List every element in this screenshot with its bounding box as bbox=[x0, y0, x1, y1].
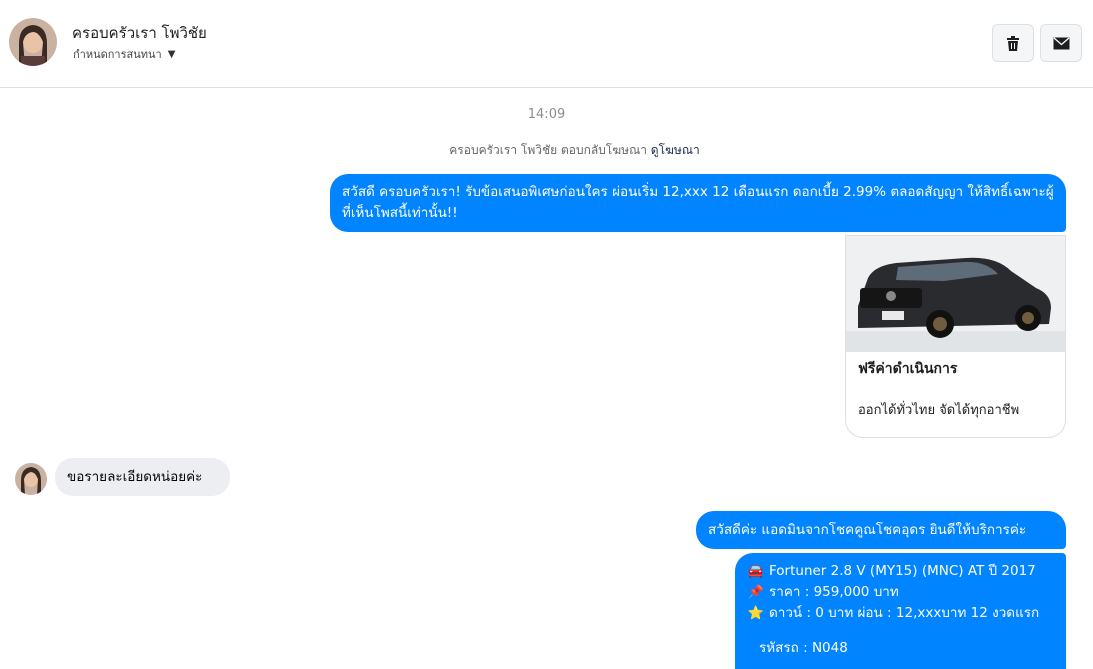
ad-card-title: ฟรีค่าดำเนินการ bbox=[858, 361, 958, 377]
car-down-payment-text: ดาวน์ : 0 บาท ผ่อน : 12,xxxบาท 12 งวดแรก bbox=[769, 605, 1040, 621]
contact-avatar[interactable] bbox=[9, 18, 57, 66]
ad-card[interactable]: ฟรีค่าดำเนินการ ออกได้ทั่วไทย จัดได้ทุกอ… bbox=[845, 235, 1066, 438]
car-details-bubble: 🚘 Fortuner 2.8 V (MY15) (MNC) AT ปี 2017… bbox=[735, 553, 1066, 669]
ad-card-subtitle: ออกได้ทั่วไทย จัดได้ทุกอาชีพ bbox=[858, 403, 1020, 418]
view-ad-link[interactable]: ดูโฆษณา bbox=[651, 143, 700, 157]
car-price-text: ราคา : 959,000 บาท bbox=[769, 584, 899, 600]
car-model-line: 🚘 Fortuner 2.8 V (MY15) (MNC) AT ปี 2017 bbox=[747, 561, 1054, 582]
ad-reply-note: ครอบครัวเรา โพวิชัย ตอบกลับโฆษณา ดูโฆษณา bbox=[0, 141, 1093, 160]
delete-conversation-button[interactable] bbox=[992, 24, 1034, 62]
car-model-text: Fortuner 2.8 V (MY15) (MNC) AT ปี 2017 bbox=[769, 563, 1036, 579]
conversation-schedule-label: กำหนดการสนทนา bbox=[73, 48, 162, 61]
admin-greeting-bubble: สวัสดีค่ะ แอดมินจากโชคคูณโชคอุดร ยินดีให… bbox=[696, 511, 1066, 549]
contact-avatar-small bbox=[15, 463, 47, 495]
contact-name[interactable]: ครอบครัวเรา โพวิชัย bbox=[72, 21, 207, 45]
conversation-header: ครอบครัวเรา โพวิชัย กำหนดการสนทนา ▼ bbox=[0, 0, 1093, 88]
message-timestamp: 14:09 bbox=[527, 107, 566, 122]
car-image bbox=[846, 236, 1065, 352]
caret-down-icon: ▼ bbox=[167, 48, 176, 60]
car-price-line: 📌 ราคา : 959,000 บาท bbox=[747, 582, 1054, 603]
car-icon: 🚘 bbox=[747, 564, 765, 579]
customer-message-bubble: ขอรายละเอียดหน่อยค่ะ bbox=[55, 458, 230, 496]
envelope-icon bbox=[1053, 36, 1069, 49]
mark-unread-button[interactable] bbox=[1040, 24, 1082, 62]
car-code-text: รหัสรถ : N048 bbox=[759, 640, 848, 656]
ad-reply-text: ครอบครัวเรา โพวิชัย ตอบกลับโฆษณา bbox=[449, 143, 647, 157]
star-icon: ⭐ bbox=[747, 606, 765, 621]
ad-message-bubble: สวัสดี ครอบครัวเรา! รับข้อเสนอพิเศษก่อนใ… bbox=[330, 174, 1066, 232]
car-down-payment-line: ⭐ ดาวน์ : 0 บาท ผ่อน : 12,xxxบาท 12 งวดแ… bbox=[747, 603, 1054, 624]
trash-icon bbox=[1007, 35, 1019, 51]
pin-icon: 📌 bbox=[747, 585, 765, 600]
conversation-schedule-dropdown[interactable]: กำหนดการสนทนา ▼ bbox=[73, 45, 175, 63]
